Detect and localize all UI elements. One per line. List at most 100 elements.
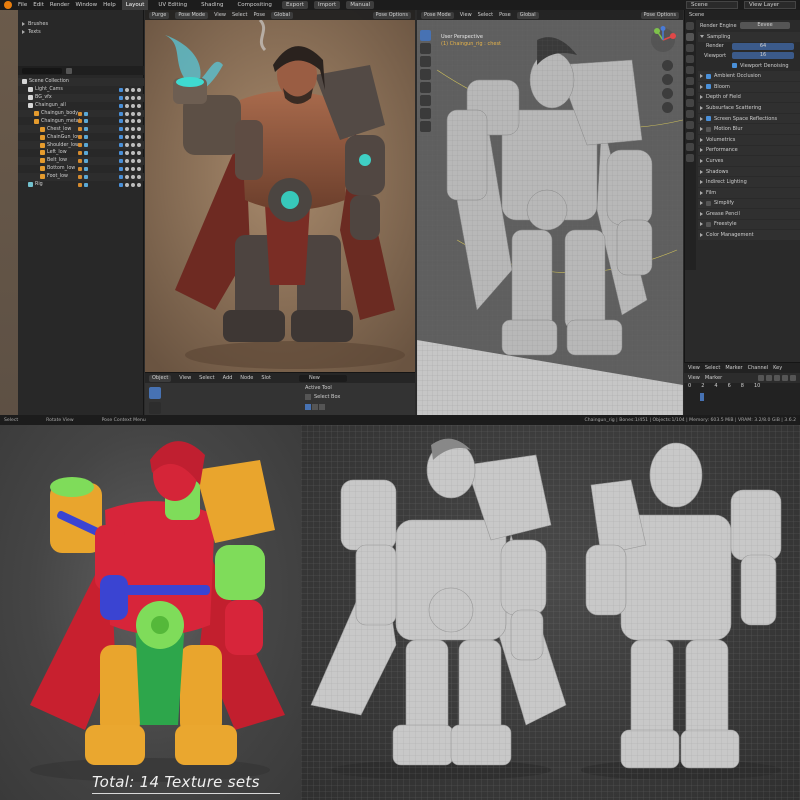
playhead[interactable] <box>700 393 704 401</box>
wire-view-menu[interactable]: View <box>460 12 472 18</box>
outliner-row[interactable]: Light_Cams <box>18 86 144 94</box>
outliner-row[interactable]: Belt_low <box>18 156 144 165</box>
node-view-menu[interactable]: View <box>179 375 191 381</box>
rotate-tool-icon[interactable] <box>420 69 431 80</box>
jump-end-icon[interactable] <box>790 375 796 381</box>
outliner-row[interactable]: Rig <box>18 181 144 189</box>
properties-section[interactable]: Color Management <box>698 230 800 240</box>
play-icon[interactable] <box>774 375 780 381</box>
new-material-button[interactable]: New <box>298 374 347 382</box>
properties-section[interactable]: Performance <box>698 145 800 156</box>
visibility-toggles[interactable] <box>119 158 141 163</box>
render-tab-icon[interactable] <box>686 33 694 41</box>
visibility-toggles[interactable] <box>119 127 141 132</box>
select-menu[interactable]: Select <box>232 12 247 18</box>
outliner-row[interactable]: Chest_low <box>18 125 144 134</box>
scale-tool-icon[interactable] <box>420 82 431 93</box>
properties-section[interactable]: Subsurface Scattering <box>698 103 800 113</box>
select-box-tool-icon[interactable] <box>149 387 161 399</box>
properties-section[interactable]: Bloom <box>698 81 800 92</box>
sampling-section[interactable]: Sampling <box>698 32 800 42</box>
node-object-dropdown[interactable]: Object <box>149 374 172 382</box>
filter-icon[interactable] <box>66 67 72 74</box>
outliner-row[interactable]: Bottom_low <box>18 165 144 173</box>
properties-section[interactable]: Curves <box>698 156 800 166</box>
frame-ruler[interactable]: 0 2 4 6 8 10 <box>684 383 800 389</box>
outliner-row[interactable]: BG_vfx <box>18 93 144 102</box>
import-button[interactable]: Import <box>313 1 341 9</box>
tool-tab-icon[interactable] <box>686 22 694 30</box>
jump-start-icon[interactable] <box>758 375 764 381</box>
object-tab-icon[interactable] <box>686 88 694 96</box>
particles-tab-icon[interactable] <box>686 110 694 118</box>
pose-options-button[interactable]: Pose Options <box>372 11 411 19</box>
properties-section[interactable]: Film <box>698 187 800 198</box>
select-new-icon[interactable] <box>305 404 311 410</box>
scene-selector[interactable]: Scene <box>686 1 738 9</box>
tab-layout[interactable]: Layout <box>121 0 149 10</box>
section-checkbox[interactable] <box>706 84 711 90</box>
data-tab-icon[interactable] <box>686 143 694 151</box>
blender-logo-icon[interactable] <box>4 1 12 9</box>
select-tool-icon[interactable] <box>420 30 431 41</box>
visibility-toggles[interactable] <box>119 174 141 179</box>
wire-select-menu[interactable]: Select <box>478 12 493 18</box>
render-viewport[interactable]: Purge Pose Mode View Select Pose Global … <box>145 10 415 372</box>
select-box-row[interactable]: Select Box <box>305 394 340 400</box>
pan-icon[interactable] <box>662 74 673 85</box>
export-button[interactable]: Export <box>281 1 308 9</box>
wire-pose-menu[interactable]: Pose <box>499 12 511 18</box>
world-tab-icon[interactable] <box>686 77 694 85</box>
outliner-row[interactable]: Foot_low <box>18 172 144 181</box>
menu-file[interactable]: File <box>18 2 27 8</box>
visibility-toggles[interactable] <box>119 119 141 124</box>
section-checkbox[interactable] <box>706 221 711 227</box>
wire-pose-options-button[interactable]: Pose Options <box>640 11 679 19</box>
properties-section[interactable]: Depth of Field <box>698 92 800 103</box>
section-checkbox[interactable] <box>706 73 711 79</box>
outliner-search-input[interactable] <box>22 67 62 74</box>
step-forward-icon[interactable] <box>782 375 788 381</box>
properties-section[interactable]: Shadows <box>698 166 800 177</box>
section-checkbox[interactable] <box>706 200 711 206</box>
dopesheet-menu-item[interactable]: Marker <box>725 365 742 371</box>
move-tool-icon[interactable] <box>420 56 431 67</box>
transform-orientation[interactable]: Global <box>271 11 293 19</box>
timeline-view-menu[interactable]: View <box>688 375 700 381</box>
view-layer-tab-icon[interactable] <box>686 55 694 63</box>
view-menu[interactable]: View <box>214 12 226 18</box>
output-tab-icon[interactable] <box>686 44 694 52</box>
section-checkbox[interactable] <box>706 126 711 132</box>
dopesheet-menu-item[interactable]: Key <box>773 365 782 371</box>
outliner-row[interactable]: Chaingun_all <box>18 102 144 110</box>
visibility-toggles[interactable] <box>119 103 141 108</box>
visibility-toggles[interactable] <box>119 150 141 155</box>
measure-tool-icon[interactable] <box>420 121 431 132</box>
outliner-row[interactable]: Shoulder_low <box>18 141 144 150</box>
menu-help[interactable]: Help <box>103 2 116 8</box>
outliner-texts-row[interactable]: Texts <box>18 28 143 36</box>
render-engine-dropdown[interactable]: Eevee <box>740 22 790 29</box>
outliner-row[interactable]: Scene Collection <box>18 78 144 86</box>
outliner-row[interactable]: ChainGun_low <box>18 133 144 141</box>
visibility-toggles[interactable] <box>119 143 141 148</box>
node-add-menu[interactable]: Add <box>223 375 233 381</box>
dopesheet-menu-item[interactable]: View <box>688 365 700 371</box>
wire-transform-orientation[interactable]: Global <box>516 11 539 19</box>
tab-uv-editing[interactable]: UV Editing <box>154 0 191 10</box>
menu-edit[interactable]: Edit <box>33 2 44 8</box>
physics-tab-icon[interactable] <box>686 121 694 129</box>
section-checkbox[interactable] <box>706 116 711 122</box>
outliner-brushes-row[interactable]: Brushes <box>18 20 143 28</box>
visibility-toggles[interactable] <box>119 182 141 187</box>
pose-menu[interactable]: Pose <box>253 12 265 18</box>
step-back-icon[interactable] <box>766 375 772 381</box>
properties-section[interactable]: Ambient Occlusion <box>698 71 800 81</box>
dopesheet-menu-item[interactable]: Channel <box>748 365 769 371</box>
dopesheet-menu-item[interactable]: Select <box>705 365 720 371</box>
scene-tab-icon[interactable] <box>686 66 694 74</box>
properties-section[interactable]: Volumetrics <box>698 134 800 145</box>
slot-dropdown[interactable]: Slot <box>261 375 271 381</box>
outliner-row[interactable]: Left_low <box>18 149 144 157</box>
tab-shading[interactable]: Shading <box>197 0 227 10</box>
